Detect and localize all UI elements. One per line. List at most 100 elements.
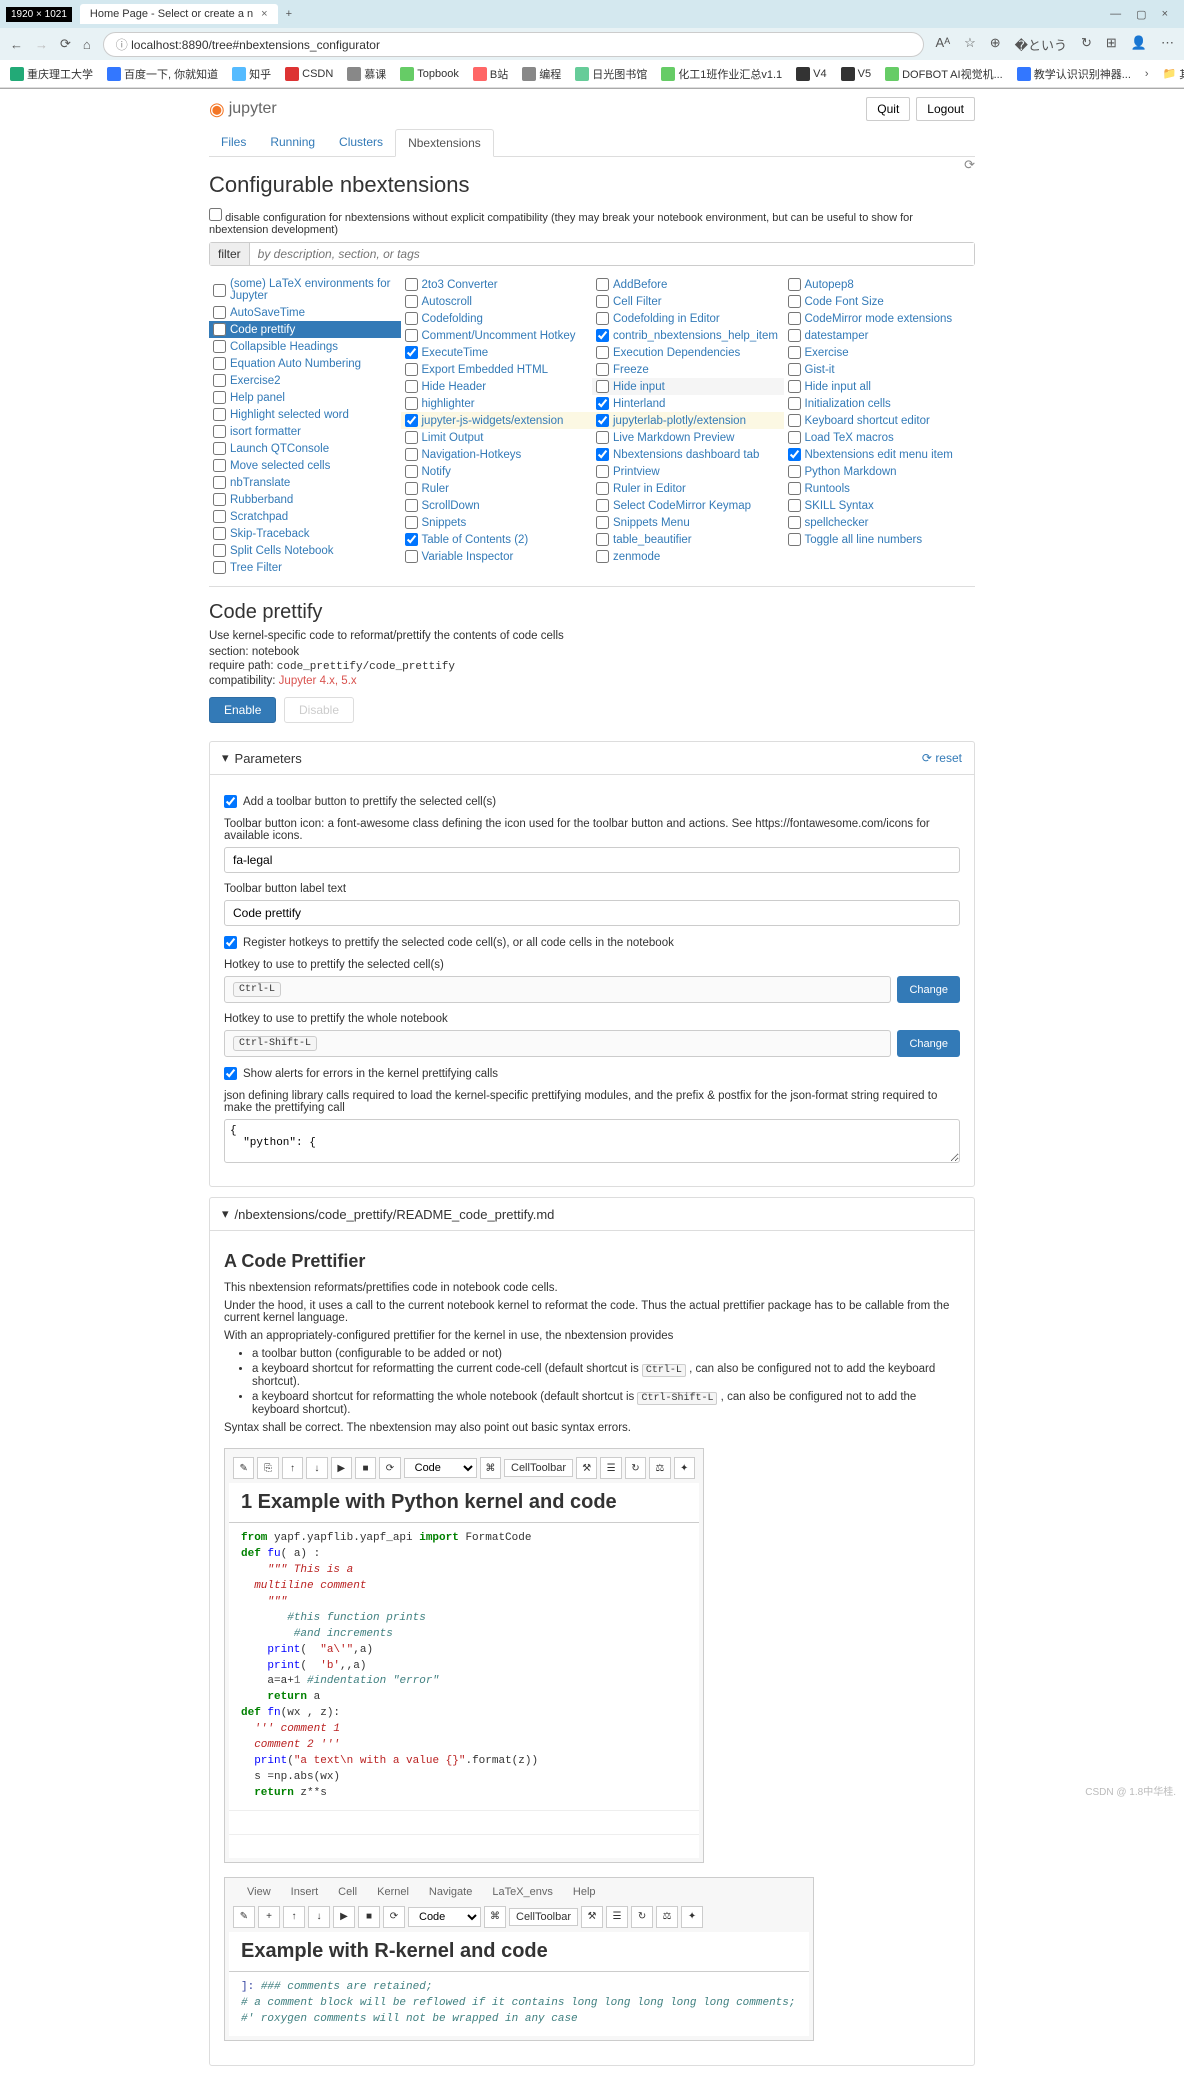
- sync-icon[interactable]: ↻: [1081, 35, 1092, 54]
- bookmark-item[interactable]: DOFBOT AI视觉机...: [885, 66, 1003, 82]
- bookmark-item[interactable]: 化工1班作业汇总v1.1: [661, 66, 782, 82]
- menu-item[interactable]: Kernel: [377, 1886, 409, 1898]
- menu-item[interactable]: View: [247, 1886, 271, 1898]
- extension-item[interactable]: Hide input all: [784, 378, 976, 395]
- extension-item[interactable]: Navigation-Hotkeys: [401, 446, 593, 463]
- extension-item[interactable]: Snippets Menu: [592, 514, 784, 531]
- extension-item[interactable]: Ruler in Editor: [592, 480, 784, 497]
- extension-item[interactable]: Autopep8: [784, 276, 976, 293]
- other-bookmarks[interactable]: 📁 其他收藏夹: [1163, 66, 1184, 82]
- param-icon-input[interactable]: [224, 847, 960, 873]
- extension-item[interactable]: jupyterlab-plotly/extension: [592, 412, 784, 429]
- extension-item[interactable]: Exercise: [784, 344, 976, 361]
- menu-item[interactable]: Cell: [338, 1886, 357, 1898]
- param-json-textarea[interactable]: [224, 1119, 960, 1163]
- gavel-icon[interactable]: ⚖: [649, 1457, 670, 1479]
- extension-item[interactable]: Hinterland: [592, 395, 784, 412]
- logout-button[interactable]: Logout: [916, 97, 975, 121]
- home-icon[interactable]: ⌂: [83, 37, 91, 52]
- bookmark-item[interactable]: 教学认识识别神器...: [1017, 66, 1131, 82]
- extension-item[interactable]: Collapsible Headings: [209, 338, 401, 355]
- stop-icon[interactable]: ■: [358, 1906, 380, 1928]
- extension-item[interactable]: Comment/Uncomment Hotkey: [401, 327, 593, 344]
- new-tab-icon[interactable]: +: [286, 8, 292, 20]
- extension-item[interactable]: CodeMirror mode extensions: [784, 310, 976, 327]
- extension-item[interactable]: Toggle all line numbers: [784, 531, 976, 548]
- bookmark-item[interactable]: V4: [796, 67, 826, 81]
- extension-item[interactable]: Snippets: [401, 514, 593, 531]
- parameters-header[interactable]: ▾ Parameters ⟳ reset: [210, 742, 974, 775]
- bookmark-item[interactable]: 日光图书馆: [575, 66, 647, 82]
- collections-icon[interactable]: ⊞: [1106, 35, 1117, 54]
- restart-icon[interactable]: ⟳: [379, 1457, 400, 1479]
- reload-icon[interactable]: ⟳: [60, 36, 71, 52]
- up-icon[interactable]: ↑: [282, 1457, 303, 1479]
- bookmark-item[interactable]: B站: [473, 66, 508, 82]
- extension-item[interactable]: contrib_nbextensions_help_item: [592, 327, 784, 344]
- extension-item[interactable]: Help panel: [209, 389, 401, 406]
- reader-icon[interactable]: �という: [1015, 35, 1067, 54]
- extension-item[interactable]: ExecuteTime: [401, 344, 593, 361]
- extension-item[interactable]: AutoSaveTime: [209, 304, 401, 321]
- hammer-icon[interactable]: ⚒: [581, 1906, 603, 1928]
- url-input[interactable]: ⓘ localhost:8890/tree#nbextensions_confi…: [103, 32, 924, 57]
- forward-icon[interactable]: →: [35, 37, 48, 52]
- extension-item[interactable]: zenmode: [592, 548, 784, 565]
- restart-icon[interactable]: ⟳: [383, 1906, 405, 1928]
- extension-item[interactable]: Load TeX macros: [784, 429, 976, 446]
- param-btnlabel-input[interactable]: [224, 900, 960, 926]
- extension-item[interactable]: Autoscroll: [401, 293, 593, 310]
- bookmark-item[interactable]: 知乎: [232, 66, 271, 82]
- zoom-icon[interactable]: ⊕: [990, 35, 1001, 54]
- extension-item[interactable]: highlighter: [401, 395, 593, 412]
- extension-item[interactable]: Hide input: [592, 378, 784, 395]
- extension-item[interactable]: Codefolding in Editor: [592, 310, 784, 327]
- text-size-icon[interactable]: Aᴬ: [936, 35, 951, 54]
- extension-item[interactable]: Rubberband: [209, 491, 401, 508]
- extension-item[interactable]: Equation Auto Numbering: [209, 355, 401, 372]
- extension-item[interactable]: Skip-Traceback: [209, 525, 401, 542]
- extension-item[interactable]: 2to3 Converter: [401, 276, 593, 293]
- extension-item[interactable]: Highlight selected word: [209, 406, 401, 423]
- extension-item[interactable]: datestamper: [784, 327, 976, 344]
- extension-item[interactable]: Variable Inspector: [401, 548, 593, 565]
- extension-item[interactable]: Code prettify: [209, 321, 401, 338]
- cell-type-select[interactable]: Code: [408, 1907, 481, 1927]
- bookmark-item[interactable]: 百度一下, 你就知道: [107, 66, 218, 82]
- menu-icon[interactable]: ⋯: [1161, 35, 1174, 54]
- extension-item[interactable]: Launch QTConsole: [209, 440, 401, 457]
- reset-link[interactable]: ⟳ reset: [922, 751, 962, 765]
- param-show-alerts[interactable]: Show alerts for errors in the kernel pre…: [224, 1067, 960, 1080]
- extension-item[interactable]: Execution Dependencies: [592, 344, 784, 361]
- extension-item[interactable]: Nbextensions dashboard tab: [592, 446, 784, 463]
- extension-item[interactable]: Keyboard shortcut editor: [784, 412, 976, 429]
- copy-icon[interactable]: ⎘: [257, 1457, 278, 1479]
- compat-checkbox[interactable]: [209, 208, 222, 221]
- close-window-icon[interactable]: ×: [1162, 8, 1168, 21]
- run-icon[interactable]: ▶: [331, 1457, 352, 1479]
- extension-item[interactable]: Hide Header: [401, 378, 593, 395]
- maximize-icon[interactable]: ▢: [1136, 8, 1146, 21]
- extension-item[interactable]: Live Markdown Preview: [592, 429, 784, 446]
- extension-item[interactable]: Split Cells Notebook: [209, 542, 401, 559]
- save-icon[interactable]: ✎: [233, 1906, 255, 1928]
- extension-item[interactable]: nbTranslate: [209, 474, 401, 491]
- extension-item[interactable]: (some) LaTeX environments for Jupyter: [209, 276, 401, 304]
- extension-item[interactable]: Scratchpad: [209, 508, 401, 525]
- change-hotkey1-button[interactable]: Change: [897, 976, 960, 1003]
- extension-item[interactable]: ScrollDown: [401, 497, 593, 514]
- cell-type-select[interactable]: Code: [404, 1458, 477, 1478]
- bookmark-item[interactable]: 慕课: [347, 66, 386, 82]
- extension-item[interactable]: SKILL Syntax: [784, 497, 976, 514]
- minimize-icon[interactable]: —: [1110, 8, 1121, 21]
- extension-item[interactable]: Ruler: [401, 480, 593, 497]
- extension-item[interactable]: Limit Output: [401, 429, 593, 446]
- wand-icon[interactable]: ✦: [681, 1906, 703, 1928]
- extension-item[interactable]: AddBefore: [592, 276, 784, 293]
- back-icon[interactable]: ←: [10, 37, 23, 52]
- stop-icon[interactable]: ■: [355, 1457, 376, 1479]
- bookmark-item[interactable]: Topbook: [400, 67, 459, 81]
- bookmark-item[interactable]: 重庆理工大学: [10, 66, 93, 82]
- tab-nbextensions[interactable]: Nbextensions: [395, 129, 494, 157]
- extension-item[interactable]: Python Markdown: [784, 463, 976, 480]
